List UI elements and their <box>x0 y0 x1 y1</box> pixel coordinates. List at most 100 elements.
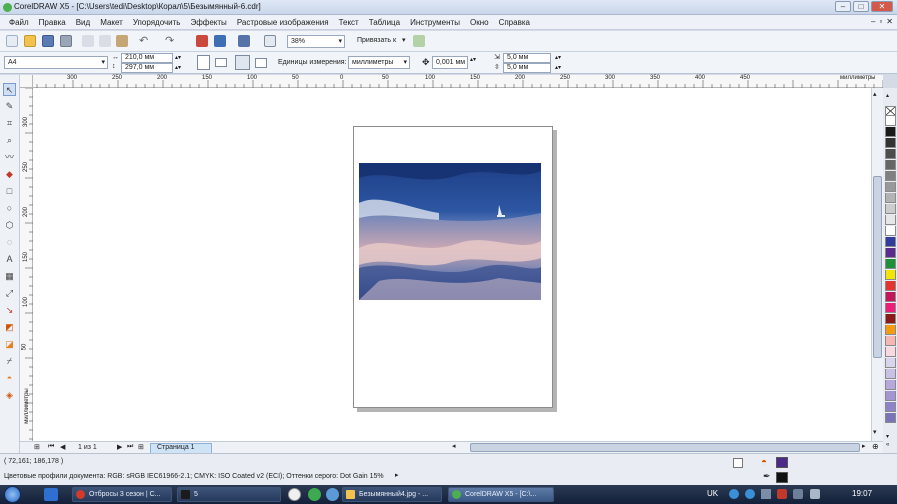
connector-tool-icon[interactable]: ↘ <box>3 304 16 317</box>
fill-color-swatch[interactable] <box>776 457 788 468</box>
shape-tool-icon[interactable]: ✎ <box>3 100 16 113</box>
add-page-before-icon[interactable]: ⊞ <box>34 443 40 451</box>
start-button[interactable] <box>4 486 21 503</box>
doc-minimize-button[interactable]: – <box>871 17 875 26</box>
menu-table[interactable]: Таблица <box>364 18 405 27</box>
color-swatch[interactable] <box>885 270 896 280</box>
portrait-orientation-button[interactable] <box>197 55 210 70</box>
polygon-tool-icon[interactable]: ⬡ <box>3 219 16 232</box>
vertical-scroll-thumb[interactable] <box>873 176 882 358</box>
options-icon[interactable] <box>413 35 425 47</box>
color-swatch[interactable] <box>885 314 896 324</box>
smart-fill-tool-icon[interactable]: ◆ <box>3 168 16 181</box>
bluetooth-tray-icon[interactable] <box>745 489 755 499</box>
help-tray-icon[interactable] <box>729 489 739 499</box>
navigator-zoom-icon[interactable]: ⊕ <box>872 442 879 451</box>
undo-icon[interactable]: ↶ <box>139 34 148 47</box>
horizontal-scrollbar[interactable]: ◂ ▸ ⊕ <box>450 441 883 453</box>
crop-tool-icon[interactable]: ⌗ <box>3 117 16 130</box>
color-swatch[interactable] <box>885 336 896 346</box>
language-indicator[interactable]: UK <box>707 489 718 498</box>
copy-icon[interactable] <box>99 35 111 47</box>
rectangle-tool-icon[interactable]: □ <box>3 185 16 198</box>
previous-page-icon[interactable]: ◀ <box>60 443 65 451</box>
application-launcher-icon[interactable] <box>238 35 250 47</box>
menu-layout[interactable]: Макет <box>95 18 128 27</box>
menu-arrange[interactable]: Упорядочить <box>128 18 186 27</box>
color-swatch[interactable] <box>885 369 896 379</box>
horizontal-scroll-thumb[interactable] <box>470 443 860 452</box>
ellipse-tool-icon[interactable]: ○ <box>3 202 16 215</box>
menu-text[interactable]: Текст <box>334 18 364 27</box>
duplicate-x-spinner[interactable]: ▴▾ <box>555 54 561 61</box>
taskbar-item-image-viewer[interactable]: Безымянный4.jpg - ... <box>342 487 442 502</box>
object-info-icon[interactable] <box>733 458 743 468</box>
page-width-field[interactable]: 210,0 мм <box>121 53 173 63</box>
color-swatch[interactable] <box>885 160 896 170</box>
app-tray-icon[interactable] <box>288 488 301 501</box>
pick-tool-icon[interactable]: ↖ <box>3 83 16 96</box>
palette-expand-icon[interactable]: « <box>886 442 889 448</box>
drawing-canvas[interactable] <box>33 88 871 441</box>
freehand-tool-icon[interactable]: 〰 <box>3 151 16 164</box>
color-swatch[interactable] <box>885 358 896 368</box>
menu-help[interactable]: Справка <box>494 18 535 27</box>
color-swatch[interactable] <box>885 215 896 225</box>
quick-launch-icon[interactable] <box>44 488 58 501</box>
color-swatch[interactable] <box>885 149 896 159</box>
palette-scroll-down-icon[interactable]: ▾ <box>886 433 889 440</box>
color-swatch[interactable] <box>885 391 896 401</box>
paste-icon[interactable] <box>116 35 128 47</box>
dimension-tool-icon[interactable]: ⤢ <box>3 287 16 300</box>
duplicate-y-field[interactable]: 5,0 мм <box>503 63 551 73</box>
ruler-origin-corner[interactable] <box>20 75 33 88</box>
color-swatch[interactable] <box>885 281 896 291</box>
current-page-button[interactable] <box>255 58 267 68</box>
blend-tool-icon[interactable]: ◩ <box>3 321 16 334</box>
taskbar-item-opera[interactable]: Отбросы 3 сезон | С... <box>72 487 172 502</box>
redo-icon[interactable]: ↷ <box>165 34 174 47</box>
export-icon[interactable] <box>214 35 226 47</box>
new-document-icon[interactable] <box>6 35 18 47</box>
bitmap-image[interactable] <box>359 163 541 300</box>
fill-tool-icon[interactable]: ◓ <box>3 372 16 385</box>
color-swatch[interactable] <box>885 138 896 148</box>
close-button[interactable]: ✕ <box>871 1 893 12</box>
open-folder-icon[interactable] <box>24 35 36 47</box>
paper-size-dropdown[interactable]: A4 <box>4 56 108 69</box>
doc-restore-button[interactable]: ▫ <box>879 17 882 26</box>
menu-view[interactable]: Вид <box>71 18 95 27</box>
app-tray-icon[interactable] <box>326 488 339 501</box>
scroll-down-icon[interactable]: ▾ <box>873 428 877 436</box>
next-page-icon[interactable]: ▶ <box>117 443 122 451</box>
scroll-right-icon[interactable]: ▸ <box>862 442 866 450</box>
color-swatch[interactable] <box>885 127 896 137</box>
menu-effects[interactable]: Эффекты <box>185 18 231 27</box>
color-swatch[interactable] <box>885 347 896 357</box>
welcome-screen-icon[interactable] <box>264 35 276 47</box>
units-dropdown[interactable]: миллиметры <box>348 56 410 69</box>
import-icon[interactable] <box>196 35 208 47</box>
taskbar-item-folder[interactable]: 5 <box>177 487 281 502</box>
height-spinner[interactable]: ▴▾ <box>175 64 181 71</box>
eyedropper-tool-icon[interactable]: ⌿ <box>3 355 16 368</box>
minimize-button[interactable]: – <box>835 1 851 12</box>
nudge-distance-field[interactable]: 0,001 мм <box>432 56 468 69</box>
scroll-left-icon[interactable]: ◂ <box>452 442 456 450</box>
color-swatch[interactable] <box>885 226 896 236</box>
color-swatch[interactable] <box>885 237 896 247</box>
color-swatch[interactable] <box>885 182 896 192</box>
transparency-tool-icon[interactable]: ◪ <box>3 338 16 351</box>
text-tool-icon[interactable]: A <box>3 253 16 266</box>
color-swatch[interactable] <box>885 380 896 390</box>
cut-icon[interactable] <box>82 35 94 47</box>
add-page-after-icon[interactable]: ⊞ <box>138 443 144 451</box>
snap-to-dropdown[interactable]: Привязать к <box>357 37 396 44</box>
no-color-swatch[interactable] <box>885 106 896 116</box>
antivirus-tray-icon[interactable] <box>777 489 787 499</box>
interactive-fill-tool-icon[interactable]: ◈ <box>3 389 16 402</box>
chevron-down-icon[interactable]: ▾ <box>402 36 406 44</box>
profiles-arrow-icon[interactable]: ▸ <box>395 471 399 479</box>
last-page-icon[interactable]: ⏭ <box>127 443 133 451</box>
basic-shapes-tool-icon[interactable]: ◌ <box>3 236 16 249</box>
